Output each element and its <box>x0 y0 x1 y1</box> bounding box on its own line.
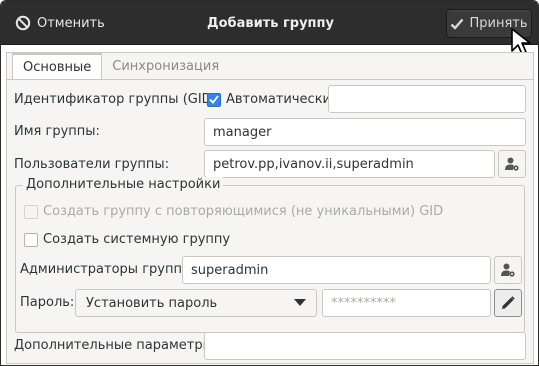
general-page: Идентификатор группы (GID): Автоматическ… <box>7 79 533 363</box>
user-settings-icon <box>505 157 519 171</box>
checkbox-checked-icon <box>207 92 221 107</box>
gid-auto-checkbox[interactable]: Автоматически <box>207 92 331 107</box>
cancel-label: Отменить <box>37 15 105 31</box>
group-users-input[interactable]: petrov.pp,ivanov.ii,superadmin <box>204 150 495 178</box>
group-users-label: Пользователи группы: <box>14 157 170 172</box>
gid-input[interactable] <box>328 85 526 113</box>
extra-params-label: Дополнительные параметры: <box>14 338 218 353</box>
tab-general[interactable]: Основные <box>12 53 103 80</box>
group-admins-input[interactable]: superadmin <box>182 256 491 284</box>
gid-auto-label: Автоматически <box>226 92 332 107</box>
dialog-header: Отменить Добавить группу Принять <box>1 1 538 45</box>
user-settings-icon <box>501 263 515 277</box>
nonunique-gid-checkbox[interactable]: Создать группу с повторяющимися (не уник… <box>24 204 443 219</box>
tab-sync[interactable]: Синхронизация <box>102 53 229 80</box>
select-users-button[interactable] <box>498 150 526 178</box>
nonunique-gid-label: Создать группу с повторяющимися (не уник… <box>43 204 444 219</box>
add-group-dialog: Отменить Добавить группу Принять Основны… <box>0 0 539 366</box>
advanced-settings-legend: Дополнительные настройки <box>23 177 224 192</box>
password-label: Пароль: <box>20 295 75 310</box>
cancel-icon <box>15 15 31 31</box>
group-admins-label: Администраторы группы: <box>20 262 197 277</box>
checkbox-unchecked-icon <box>24 204 38 219</box>
select-admins-button[interactable] <box>494 256 522 284</box>
group-name-input[interactable]: manager <box>204 118 526 146</box>
password-mode-dropdown[interactable]: Установить пароль <box>75 289 317 317</box>
chevron-down-icon <box>294 299 306 306</box>
gid-label: Идентификатор группы (GID): <box>14 92 222 107</box>
pencil-icon <box>502 296 515 309</box>
edit-password-button[interactable] <box>494 289 522 317</box>
checkmark-icon <box>451 18 464 30</box>
cancel-button[interactable]: Отменить <box>9 9 111 37</box>
system-group-checkbox[interactable]: Создать системную группу <box>24 232 230 247</box>
system-group-label: Создать системную группу <box>43 232 231 247</box>
password-input[interactable]: ********** <box>322 289 491 317</box>
tab-bar: Основные Синхронизация <box>12 53 229 80</box>
group-name-label: Имя группы: <box>14 124 100 139</box>
dialog-content: Основные Синхронизация Идентификатор гру… <box>6 52 534 364</box>
password-mode-value: Установить пароль <box>86 295 218 311</box>
extra-params-input[interactable] <box>204 332 526 360</box>
checkbox-unchecked-icon <box>24 232 38 247</box>
